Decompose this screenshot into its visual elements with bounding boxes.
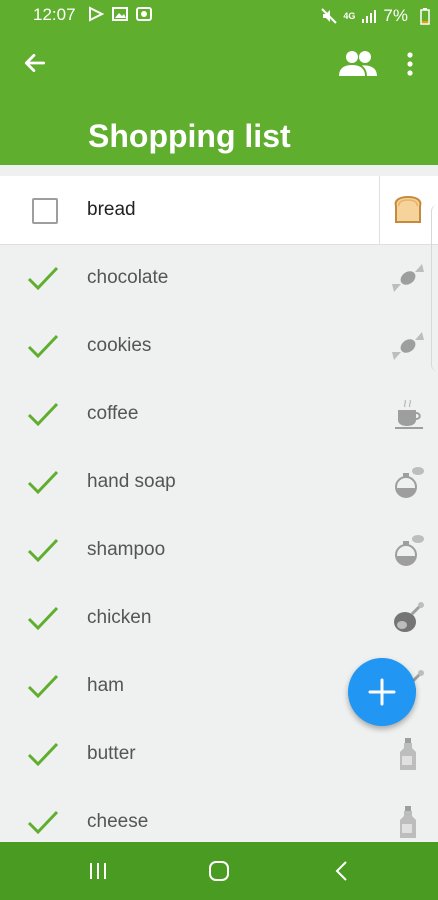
perfume-bottle-icon[interactable] — [390, 532, 426, 568]
item-name: cheese — [87, 811, 149, 832]
scroll-handle[interactable] — [431, 205, 438, 371]
check-icon[interactable] — [26, 604, 60, 632]
list-item[interactable]: butter — [0, 720, 438, 788]
signal-icon — [362, 10, 377, 23]
item-name: cookies — [87, 335, 152, 356]
item-name: bread — [87, 199, 136, 220]
shopping-list: bread chocolate cookies coffee hand soap… — [0, 176, 438, 842]
page-title: Shopping list — [88, 118, 291, 154]
check-icon[interactable] — [26, 468, 60, 496]
meat-icon[interactable] — [390, 600, 426, 636]
check-icon[interactable] — [26, 808, 60, 836]
camera-icon — [136, 7, 152, 21]
item-name: chocolate — [87, 267, 169, 288]
app-bar: Shopping list — [0, 30, 438, 165]
status-time: 12:07 — [33, 5, 76, 24]
more-options-icon[interactable] — [400, 51, 420, 77]
list-item[interactable]: cookies — [0, 312, 438, 380]
milk-bottle-icon[interactable] — [390, 804, 426, 840]
list-item[interactable]: hand soap — [0, 448, 438, 516]
perfume-bottle-icon[interactable] — [390, 464, 426, 500]
play-store-icon — [89, 6, 104, 22]
unchecked-checkbox[interactable] — [32, 198, 58, 224]
share-people-icon[interactable] — [338, 49, 378, 79]
check-icon[interactable] — [26, 740, 60, 768]
back-arrow-icon[interactable] — [22, 50, 48, 76]
plus-icon — [368, 678, 396, 706]
milk-bottle-icon[interactable] — [390, 736, 426, 772]
list-item[interactable]: bread — [0, 176, 438, 245]
item-name: chicken — [87, 607, 152, 628]
network-type: 4G — [343, 10, 356, 21]
battery-percent: 7% — [383, 6, 408, 25]
check-icon[interactable] — [26, 672, 60, 700]
coffee-cup-icon[interactable] — [390, 396, 426, 432]
check-icon[interactable] — [26, 536, 60, 564]
check-icon[interactable] — [26, 332, 60, 360]
home-icon[interactable] — [205, 858, 233, 884]
battery-icon — [420, 8, 430, 25]
recent-apps-icon[interactable] — [84, 858, 112, 884]
add-item-button[interactable] — [348, 658, 416, 726]
item-name: butter — [87, 743, 136, 764]
check-icon[interactable] — [26, 264, 60, 292]
list-item[interactable]: coffee — [0, 380, 438, 448]
candy-icon[interactable] — [390, 260, 426, 296]
list-item[interactable]: chicken — [0, 584, 438, 652]
item-name: shampoo — [87, 539, 166, 560]
list-item[interactable]: chocolate — [0, 244, 438, 312]
bread-icon[interactable] — [390, 192, 426, 228]
list-item[interactable]: shampoo — [0, 516, 438, 584]
item-name: hand soap — [87, 471, 176, 492]
gallery-icon — [112, 7, 128, 21]
item-name: ham — [87, 675, 124, 696]
back-nav-icon[interactable] — [329, 858, 357, 884]
candy-icon[interactable] — [390, 328, 426, 364]
list-item[interactable]: cheese — [0, 788, 438, 842]
system-nav-bar — [0, 842, 438, 900]
item-name: coffee — [87, 403, 139, 424]
status-bar: 12:07 4G 7% — [0, 0, 438, 30]
mute-icon — [321, 8, 338, 24]
check-icon[interactable] — [26, 400, 60, 428]
